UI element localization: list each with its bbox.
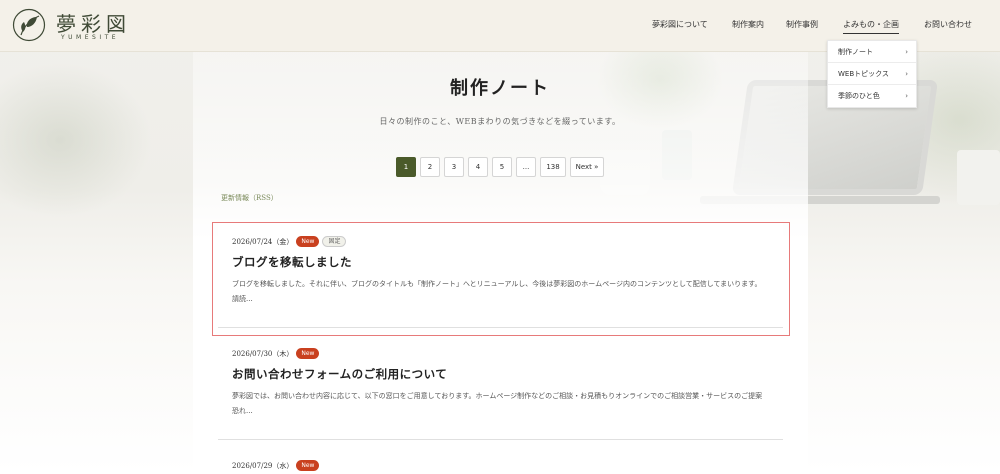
nav-services[interactable]: 制作案内 [732, 19, 764, 30]
post-item[interactable]: 2026/07/30（木） New お問い合わせフォームのご利用について 夢彩図で… [218, 336, 783, 440]
nav-works[interactable]: 制作事例 [786, 19, 818, 30]
brand-sub: YUMESITE [61, 34, 120, 41]
post-date: 2026/07/24（金） [232, 238, 294, 246]
post-divider [218, 439, 783, 440]
pinned-badge: 固定 [322, 236, 347, 247]
page-title: 制作ノート [450, 78, 550, 99]
dropdown-item-label: 制作ノート [838, 48, 873, 56]
post-divider [218, 327, 783, 328]
nav-contact[interactable]: お問い合わせ [924, 19, 972, 30]
rss-link[interactable]: 更新情報（RSS） [221, 193, 278, 203]
dropdown-item-notes[interactable]: 制作ノート › [828, 41, 916, 63]
page-button[interactable]: 2 [420, 157, 440, 177]
page-button-last[interactable]: 138 [540, 157, 566, 177]
page-button[interactable]: 3 [444, 157, 464, 177]
post-title[interactable]: お問い合わせフォームのご利用について [232, 366, 447, 382]
chevron-right-icon: › [905, 48, 908, 56]
nav-about[interactable]: 夢彩図について [652, 19, 708, 30]
post-meta: 2026/07/29（水） New [232, 460, 320, 471]
post-meta: 2026/07/30（木） New [232, 348, 320, 359]
post-date: 2026/07/30（木） [232, 350, 294, 358]
post-excerpt: ブログを移転しました。それに伴い、ブログのタイトルも「制作ノート」へとリニューア… [232, 280, 762, 303]
next-page-button[interactable]: Next » [570, 157, 604, 177]
page-button[interactable]: 5 [492, 157, 512, 177]
page-ellipsis: ... [516, 157, 536, 177]
nav-readings[interactable]: よみもの・企画 [843, 19, 899, 34]
plant-pot-photo [957, 150, 1000, 205]
new-badge: New [296, 348, 320, 359]
page-button[interactable]: 4 [468, 157, 488, 177]
global-nav: 夢彩図について 制作案内 制作事例 よみもの・企画 お問い合わせ [0, 19, 1000, 34]
post-meta: 2026/07/24（金） New 固定 [232, 236, 347, 247]
page-lead: 日々の制作のこと、WEBまわりの気づきなどを綴っています。 [379, 117, 621, 126]
new-badge: New [296, 460, 320, 471]
post-item[interactable]: 2026/07/29（水） New [218, 448, 783, 474]
post-date: 2026/07/29（水） [232, 462, 294, 470]
post-item[interactable]: 2026/07/24（金） New 固定 ブログを移転しました ブログを移転しました… [218, 222, 783, 328]
page-button-current[interactable]: 1 [396, 157, 416, 177]
post-excerpt: 夢彩図では、お問い合わせ内容に応じて、以下の窓口をご用意しております。ホームペー… [232, 392, 763, 415]
new-badge: New [296, 236, 320, 247]
post-title[interactable]: ブログを移転しました [232, 254, 352, 270]
